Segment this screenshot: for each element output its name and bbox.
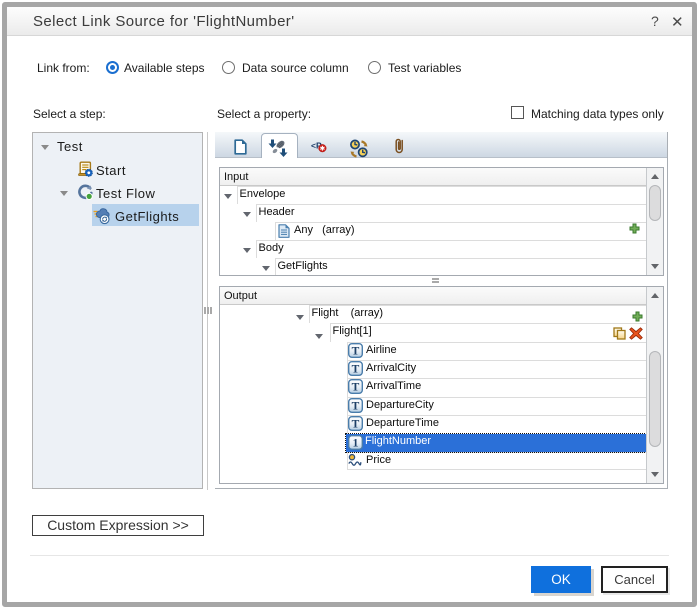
svg-text:T: T — [352, 400, 360, 412]
svg-text:1: 1 — [353, 437, 359, 449]
svg-text:T: T — [352, 363, 360, 375]
svg-text:T: T — [352, 381, 360, 393]
svg-text:T: T — [352, 345, 360, 357]
svg-text:T: T — [352, 418, 360, 430]
